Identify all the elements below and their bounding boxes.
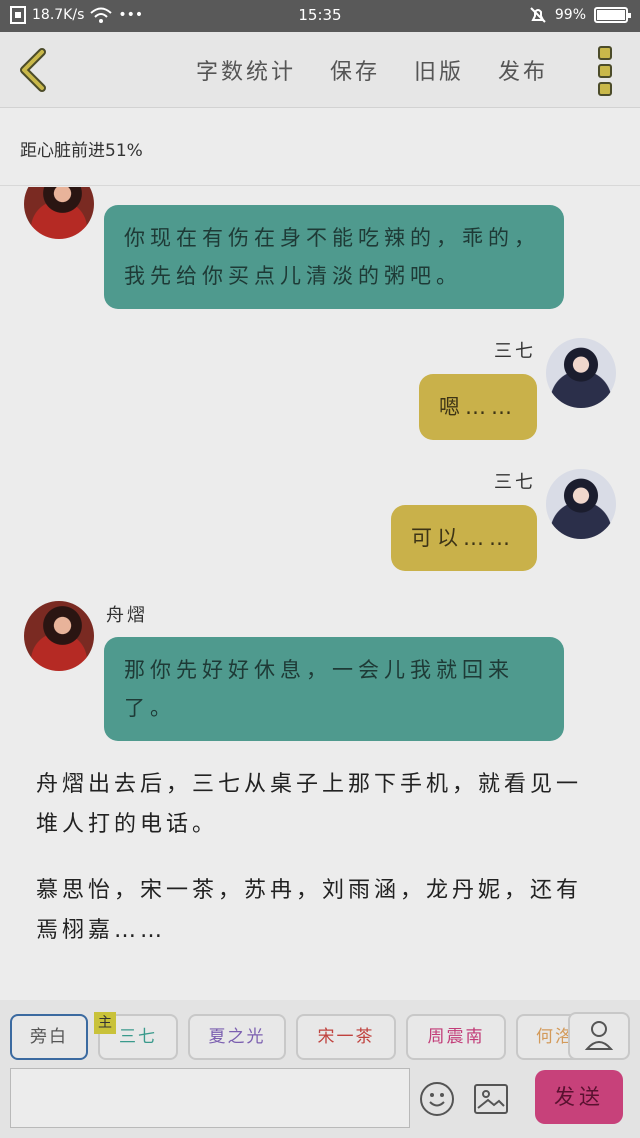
- status-bar: 18.7K/s ••• 15:35 99%: [0, 0, 640, 32]
- save-button[interactable]: 保存: [330, 54, 380, 86]
- message-bubble: 你现在有伤在身不能吃辣的，乖的，我先给你买点儿清淡的粥吧。: [104, 205, 564, 309]
- send-button[interactable]: 发送: [535, 1070, 623, 1124]
- top-nav: 字数统计 保存 旧版 发布: [0, 32, 640, 108]
- publish-button[interactable]: 发布: [498, 54, 548, 86]
- message-bubble: 可以……: [391, 505, 537, 571]
- nav-actions: 字数统计 保存 旧版 发布: [196, 54, 548, 86]
- narration-text: 舟熠出去后，三七从桌子上那下手机，就看见一堆人打的电话。: [36, 772, 583, 837]
- battery-percent: 99%: [554, 7, 586, 23]
- speaker-name: 舟熠: [106, 605, 148, 626]
- battery-icon: [594, 7, 631, 23]
- speaker-name: 三七: [494, 341, 536, 362]
- status-right: 99%: [529, 6, 631, 24]
- avatar-zhouyi[interactable]: [24, 187, 94, 239]
- message-bubble: 那你先好好休息，一会儿我就回来了。: [104, 637, 564, 741]
- chat-area[interactable]: 你现在有伤在身不能吃辣的，乖的，我先给你买点儿清淡的粥吧。 三七 嗯…… 三七 …: [0, 187, 640, 987]
- user-icon: [584, 1021, 614, 1050]
- image-glyph: [477, 1090, 505, 1109]
- role-manage-button[interactable]: [568, 1012, 630, 1060]
- input-bar: 发送: [0, 1068, 640, 1138]
- role-selector: 旁白 三七 夏之光 宋一茶 周震南 何洛: [0, 1000, 640, 1068]
- word-count-button[interactable]: 字数统计: [196, 54, 296, 86]
- message-input[interactable]: [10, 1068, 410, 1128]
- speaker-name: 三七: [494, 472, 536, 493]
- role-narrator[interactable]: 旁白: [10, 1014, 88, 1060]
- avatar-sanqi[interactable]: [546, 469, 616, 539]
- progress-text: 距心脏前进51%: [20, 141, 143, 161]
- image-icon[interactable]: [474, 1084, 508, 1114]
- narration-text: 慕思怡，宋一茶，苏冉，刘雨涵，龙丹妮，还有焉栩嘉……: [36, 878, 583, 943]
- mute-bell-icon: [530, 7, 546, 23]
- role-xiazhiguang[interactable]: 夏之光: [188, 1014, 286, 1060]
- back-arrow-icon[interactable]: [16, 48, 50, 92]
- role-zhouzhennan[interactable]: 周震南: [406, 1014, 506, 1060]
- avatar-zhouyi[interactable]: [24, 601, 94, 671]
- role-songyicha[interactable]: 宋一茶: [296, 1014, 396, 1060]
- main-role-badge: 主: [94, 1012, 116, 1034]
- avatar-sanqi[interactable]: [546, 338, 616, 408]
- emoji-icon[interactable]: [420, 1082, 454, 1116]
- more-menu-icon[interactable]: [598, 46, 614, 96]
- message-bubble: 嗯……: [419, 374, 537, 440]
- progress-banner: 距心脏前进51%: [0, 108, 640, 186]
- emoji-face: [429, 1093, 445, 1107]
- old-version-button[interactable]: 旧版: [414, 54, 464, 86]
